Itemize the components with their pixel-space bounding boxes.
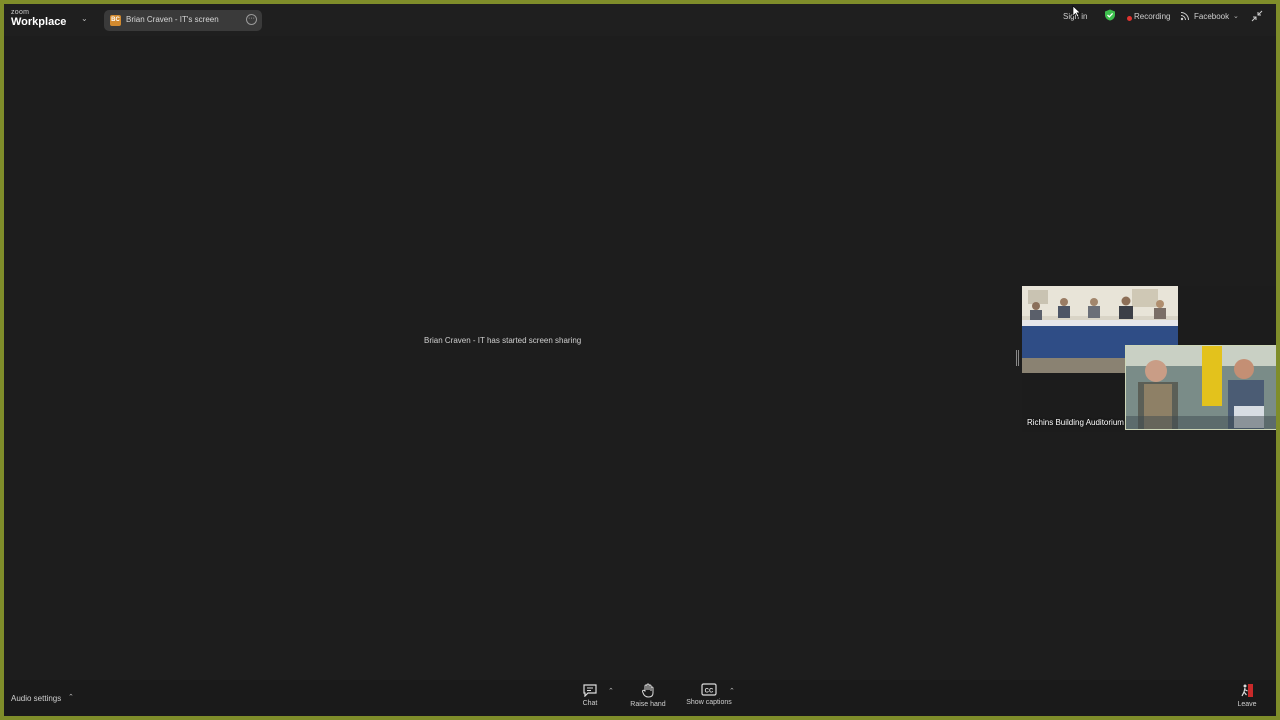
logo-big-text: Workplace: [11, 16, 67, 28]
chat-button[interactable]: Chat: [574, 683, 606, 707]
logo-small-text: zoom: [11, 9, 30, 16]
cc-icon: CC: [701, 683, 717, 696]
livestream-facebook[interactable]: Facebook: [1194, 12, 1229, 21]
mouse-cursor-icon: [1072, 5, 1081, 18]
record-dot-icon: [1127, 16, 1132, 21]
rss-icon: [1180, 12, 1189, 21]
show-captions-button[interactable]: CC Show captions: [682, 683, 736, 706]
raise-hand-button[interactable]: Raise hand: [628, 683, 668, 708]
chevron-up-icon[interactable]: ⌃: [68, 693, 74, 701]
more-icon[interactable]: ···: [246, 14, 257, 25]
panel-resize-handle[interactable]: [1016, 350, 1019, 366]
audio-settings-button[interactable]: Audio settings: [11, 694, 61, 703]
bottom-toolbar: Audio settings ⌃ Chat ⌃ Raise hand CC Sh…: [4, 680, 1276, 716]
leave-button[interactable]: Leave: [1232, 683, 1262, 708]
recording-status[interactable]: Recording: [1134, 12, 1170, 21]
screen-share-message: Brian Craven - IT has started screen sha…: [424, 336, 582, 345]
chat-icon: [583, 684, 597, 697]
chevron-down-icon[interactable]: ⌄: [1233, 12, 1239, 20]
leave-label: Leave: [1237, 701, 1257, 708]
participant-video-frame: [1126, 346, 1277, 429]
chevron-up-icon[interactable]: ⌃: [608, 687, 614, 695]
leave-icon: [1241, 684, 1253, 697]
shrink-icon[interactable]: [1251, 10, 1263, 22]
participant-video[interactable]: [1125, 345, 1278, 430]
video-participant-label: Richins Building Auditorium: [1027, 418, 1124, 427]
raise-hand-label: Raise hand: [630, 701, 666, 708]
zoom-workplace-logo[interactable]: zoom Workplace: [11, 9, 66, 28]
hand-icon: [642, 683, 654, 698]
chat-label: Chat: [582, 700, 598, 707]
screen-share-tab[interactable]: BC Brian Craven - IT's screen ···: [104, 10, 262, 31]
screen-share-tab-label: Brian Craven - IT's screen: [126, 15, 219, 24]
avatar: BC: [110, 15, 121, 26]
svg-text:CC: CC: [705, 688, 714, 694]
shield-check-icon[interactable]: [1104, 9, 1116, 21]
show-captions-label: Show captions: [686, 699, 732, 706]
chevron-down-icon[interactable]: ⌄: [81, 14, 88, 23]
chevron-up-icon[interactable]: ⌃: [729, 687, 735, 695]
